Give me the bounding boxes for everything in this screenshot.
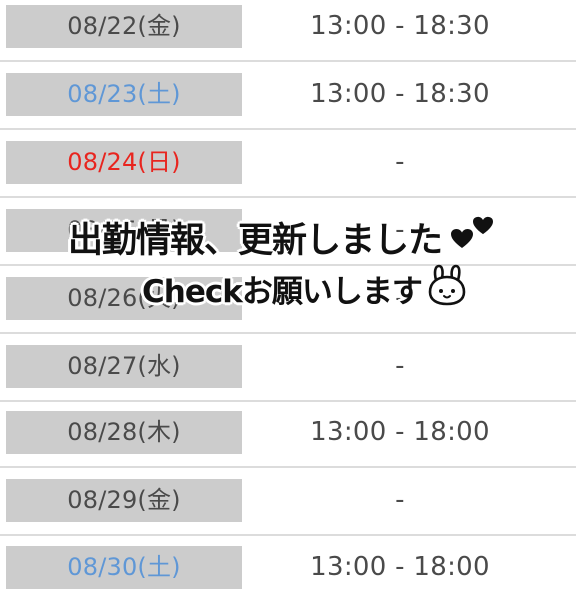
schedule-row: 08/29(金) -: [0, 474, 576, 542]
hours-cell: -: [395, 215, 405, 245]
row-divider: [0, 400, 576, 402]
row-divider: [0, 466, 576, 468]
date-cell: 08/23(土): [6, 73, 242, 116]
hours-cell: 13:00 - 18:00: [310, 417, 490, 447]
row-divider: [0, 128, 576, 130]
row-divider: [0, 264, 576, 266]
hours-cell: 13:00 - 18:00: [310, 552, 490, 582]
date-cell: 08/25(月): [6, 209, 242, 252]
date-cell: 08/29(金): [6, 479, 242, 522]
date-cell: 08/24(日): [6, 141, 242, 184]
date-cell: 08/22(金): [6, 5, 242, 48]
schedule-row: 08/23(土) 13:00 - 18:30: [0, 68, 576, 136]
hours-cell: -: [395, 351, 405, 381]
schedule-row: 08/30(土) 13:00 - 18:00: [0, 541, 576, 609]
date-cell: 08/28(木): [6, 411, 242, 454]
date-cell: 08/30(土): [6, 546, 242, 589]
row-divider: [0, 60, 576, 62]
hours-cell: -: [395, 147, 405, 177]
row-divider: [0, 332, 576, 334]
row-divider: [0, 196, 576, 198]
hours-cell: 13:00 - 18:30: [310, 11, 490, 41]
hours-cell: 13:00 - 18:30: [310, 79, 490, 109]
hours-cell: -: [395, 485, 405, 515]
schedule-row: 08/25(月) -: [0, 204, 576, 272]
row-divider: [0, 534, 576, 536]
schedule-row: 08/24(日) -: [0, 136, 576, 204]
hours-cell: -: [395, 283, 405, 313]
schedule-row: 08/26(火) -: [0, 272, 576, 340]
schedule-table: 08/22(金) 13:00 - 18:30 08/23(土) 13:00 - …: [0, 0, 576, 600]
schedule-row: 08/22(金) 13:00 - 18:30: [0, 0, 576, 68]
date-cell: 08/26(火): [6, 277, 242, 320]
date-cell: 08/27(水): [6, 345, 242, 388]
schedule-row: 08/27(水) -: [0, 340, 576, 408]
schedule-row: 08/28(木) 13:00 - 18:00: [0, 406, 576, 474]
